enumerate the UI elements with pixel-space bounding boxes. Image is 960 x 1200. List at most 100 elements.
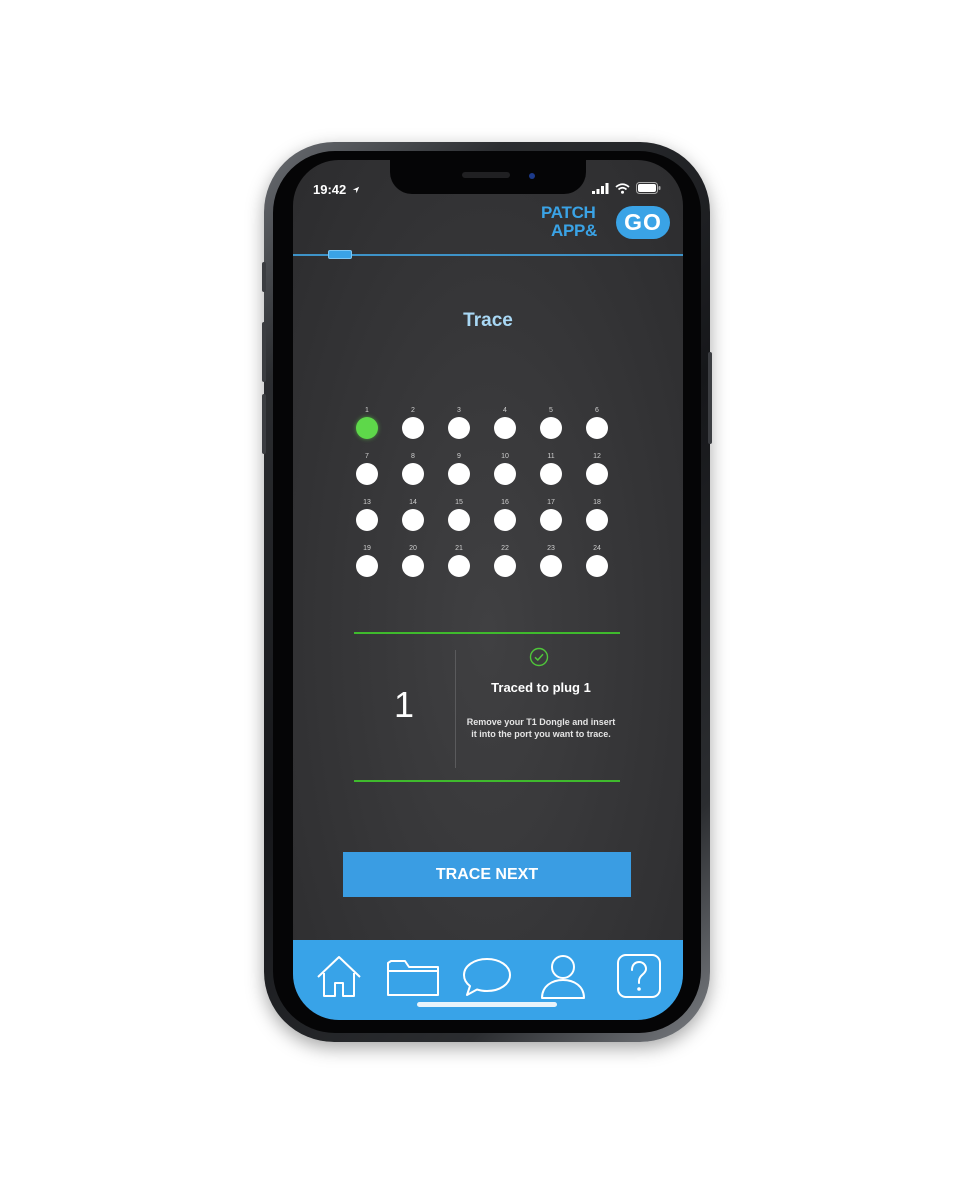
port-indicator [356, 509, 378, 531]
home-icon [317, 956, 361, 997]
port-number-label: 5 [549, 407, 553, 414]
folder-icon [387, 960, 439, 996]
progress-indicator [328, 250, 352, 259]
result-vertical-divider [455, 650, 456, 768]
result-bottom-divider [354, 780, 620, 782]
port-number-label: 13 [363, 499, 371, 506]
port-1[interactable]: 1 [355, 406, 379, 439]
port-7[interactable]: 7 [355, 452, 379, 485]
port-14[interactable]: 14 [401, 498, 425, 531]
port-18[interactable]: 18 [585, 498, 609, 531]
port-number-label: 15 [455, 499, 463, 506]
port-4[interactable]: 4 [493, 406, 517, 439]
volume-up-button [262, 322, 266, 382]
port-number-label: 1 [365, 407, 369, 414]
port-indicator [494, 463, 516, 485]
port-number-label: 18 [593, 499, 601, 506]
port-15[interactable]: 15 [447, 498, 471, 531]
speaker-grille [462, 172, 510, 178]
patch-app-go-logo: PATCH APP& GO [539, 203, 670, 244]
port-16[interactable]: 16 [493, 498, 517, 531]
port-indicator [448, 555, 470, 577]
port-indicator-active [356, 417, 378, 439]
status-time: 19:42 [313, 182, 360, 197]
port-indicator [356, 555, 378, 577]
port-number-label: 2 [411, 407, 415, 414]
chat-icon [463, 958, 511, 996]
port-23[interactable]: 23 [539, 544, 563, 577]
port-indicator [402, 555, 424, 577]
tab-profile[interactable] [533, 950, 593, 1002]
port-number-label: 9 [457, 453, 461, 460]
port-number-label: 12 [593, 453, 601, 460]
port-13[interactable]: 13 [355, 498, 379, 531]
port-indicator [540, 417, 562, 439]
logo-line-1: PATCH [541, 203, 596, 222]
port-number-label: 17 [547, 499, 555, 506]
tab-help[interactable] [609, 950, 669, 1002]
port-number-label: 23 [547, 545, 555, 552]
signal-icon [592, 182, 609, 194]
bottom-tab-bar [293, 940, 683, 1020]
silent-switch [262, 262, 266, 292]
port-indicator [586, 463, 608, 485]
port-indicator [586, 417, 608, 439]
port-21[interactable]: 21 [447, 544, 471, 577]
port-17[interactable]: 17 [539, 498, 563, 531]
port-indicator [448, 509, 470, 531]
home-indicator [417, 1002, 557, 1007]
trace-next-button[interactable]: TRACE NEXT [343, 852, 631, 897]
port-number-label: 24 [593, 545, 601, 552]
trace-status: Traced to plug 1 [491, 680, 591, 695]
port-22[interactable]: 22 [493, 544, 517, 577]
port-number-label: 22 [501, 545, 509, 552]
logo-line-2: APP& [551, 221, 598, 240]
status-indicators [592, 182, 661, 194]
port-indicator [356, 463, 378, 485]
port-indicator [494, 555, 516, 577]
port-number-label: 14 [409, 499, 417, 506]
tab-messages[interactable] [457, 950, 517, 1002]
port-number-label: 6 [595, 407, 599, 414]
port-20[interactable]: 20 [401, 544, 425, 577]
port-9[interactable]: 9 [447, 452, 471, 485]
port-indicator [402, 417, 424, 439]
volume-down-button [262, 394, 266, 454]
port-grid: 1 2 3 4 5 6 7 8 9 10 11 12 13 14 15 16 17 18 19 20 21 22 23 24 [355, 406, 625, 592]
port-indicator [448, 463, 470, 485]
port-indicator [586, 509, 608, 531]
port-10[interactable]: 10 [493, 452, 517, 485]
port-indicator [402, 463, 424, 485]
port-8[interactable]: 8 [401, 452, 425, 485]
port-indicator [540, 463, 562, 485]
port-6[interactable]: 6 [585, 406, 609, 439]
user-icon [541, 955, 585, 999]
port-indicator [494, 417, 516, 439]
power-button [708, 352, 712, 444]
port-indicator [448, 417, 470, 439]
port-11[interactable]: 11 [539, 452, 563, 485]
plug-number: 1 [393, 684, 415, 725]
port-24[interactable]: 24 [585, 544, 609, 577]
app-screen: 19:42 PATCH APP& GO Trace 1 2 3 4 5 6 7 8 9 10 11 1… [293, 160, 683, 1020]
port-19[interactable]: 19 [355, 544, 379, 577]
port-3[interactable]: 3 [447, 406, 471, 439]
port-12[interactable]: 12 [585, 452, 609, 485]
page-title: Trace [463, 310, 513, 331]
check-circle-icon [529, 647, 549, 667]
port-number-label: 8 [411, 453, 415, 460]
port-number-label: 21 [455, 545, 463, 552]
port-number-label: 16 [501, 499, 509, 506]
tab-home[interactable] [309, 950, 369, 1002]
port-number-label: 4 [503, 407, 507, 414]
port-number-label: 20 [409, 545, 417, 552]
port-number-label: 19 [363, 545, 371, 552]
port-2[interactable]: 2 [401, 406, 425, 439]
port-number-label: 7 [365, 453, 369, 460]
port-number-label: 3 [457, 407, 461, 414]
port-5[interactable]: 5 [539, 406, 563, 439]
logo-go-badge: GO [616, 206, 670, 239]
tab-files[interactable] [383, 950, 443, 1002]
port-number-label: 10 [501, 453, 509, 460]
wifi-icon [615, 182, 630, 194]
